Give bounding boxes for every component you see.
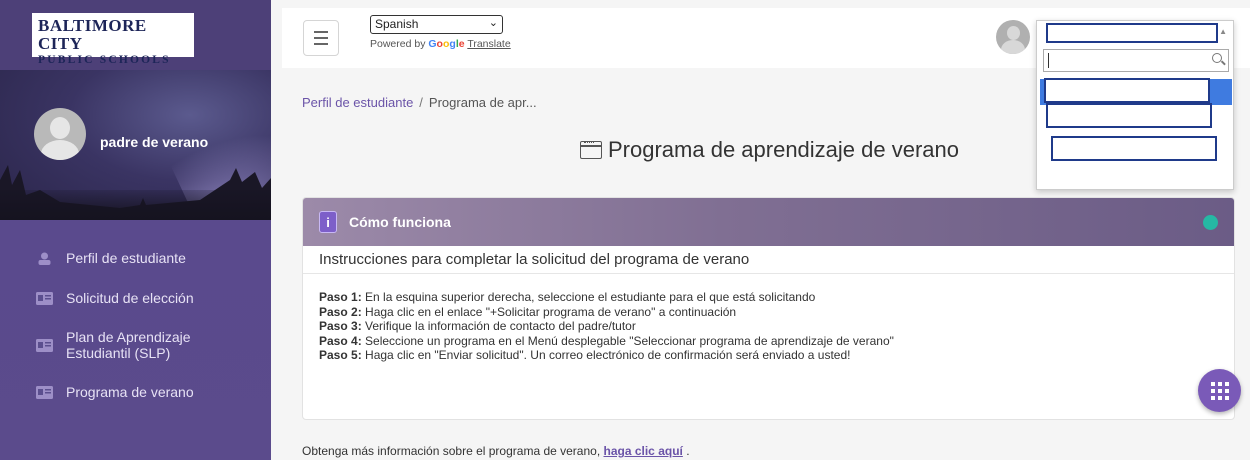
breadcrumb: Perfil de estudiante / Programa de apr... [302, 95, 537, 110]
sidebar-item-summer-program[interactable]: Programa de verano [0, 372, 271, 412]
sidebar-item-student-profile[interactable]: Perfil de estudiante [0, 238, 271, 278]
info-icon: i [319, 211, 337, 233]
breadcrumb-current: Programa de apr... [428, 95, 537, 110]
ground [0, 190, 271, 220]
logo-line-2: PUBLIC SCHOOLS [38, 54, 171, 66]
avatar[interactable] [996, 20, 1030, 54]
more-info-text: Obtenga más información sobre el program… [302, 444, 690, 458]
powered-by-label: Powered by [370, 38, 426, 50]
apps-grid-button[interactable] [1198, 369, 1241, 412]
sidebar-item-label: Plan de Aprendizaje Estudiantil (SLP) [66, 329, 191, 361]
steps-list: Paso 1: En la esquina superior derecha, … [303, 274, 1234, 363]
profile-hero: padre de verano [0, 70, 271, 220]
sidebar-item-choice-application[interactable]: Solicitud de elección [0, 278, 271, 318]
translate-link[interactable]: Translate [467, 38, 510, 50]
more-info-link[interactable]: haga clic aquí [604, 444, 683, 458]
step-item: Paso 3: Verifique la información de cont… [319, 319, 636, 333]
step-item: Paso 2: Haga clic en el enlace "+Solicit… [319, 304, 737, 319]
sidebar-item-slp[interactable]: Plan de Aprendizaje Estudiantil (SLP) [0, 318, 271, 372]
sidebar-item-label: Perfil de estudiante [66, 250, 186, 266]
avatar [34, 108, 86, 160]
step-item: Paso 1: En la esquina superior derecha, … [319, 290, 816, 304]
step-item: Paso 4: Seleccione un programa en el Men… [319, 333, 894, 348]
search-icon [1212, 53, 1222, 63]
card-title: Cómo funciona [349, 214, 451, 230]
breadcrumb-home-link[interactable]: Perfil de estudiante [302, 95, 413, 110]
student-option[interactable] [1051, 136, 1217, 161]
sidebar-item-label: Solicitud de elección [66, 290, 194, 306]
page-title-text: Programa de aprendizaje de verano [608, 137, 960, 162]
student-select-dropdown[interactable]: ▲ [1036, 20, 1234, 190]
powered-by-google: Powered by Google Translate [370, 38, 511, 50]
student-select-value[interactable] [1046, 23, 1218, 43]
language-select-value: Spanish [375, 17, 419, 31]
card-subtitle: Instrucciones para completar la solicitu… [303, 246, 1234, 274]
how-it-works-card: i Cómo funciona Instrucciones para compl… [302, 197, 1235, 420]
chevron-down-icon: ⌄ [488, 17, 498, 29]
id-card-icon [36, 338, 53, 352]
hamburger-icon [314, 31, 328, 33]
sidebar-item-label: Programa de verano [66, 384, 194, 400]
step-item: Paso 5: Haga clic en "Enviar solicitud".… [319, 348, 851, 362]
menu-toggle-button[interactable] [303, 20, 339, 56]
person-icon [38, 252, 51, 265]
logo-line-1: BALTIMORE CITY [38, 16, 147, 53]
page-title: Programa de aprendizaje de verano [580, 137, 959, 163]
student-option[interactable] [1044, 78, 1210, 103]
status-dot [1203, 215, 1218, 230]
sidebar-nav: Perfil de estudiante Solicitud de elecci… [0, 238, 271, 412]
school-logo[interactable]: BALTIMORE CITY PUBLIC SCHOOLS [32, 13, 194, 66]
brand-area: BALTIMORE CITY PUBLIC SCHOOLS [0, 0, 271, 70]
sidebar: BALTIMORE CITY PUBLIC SCHOOLS padre de v… [0, 0, 271, 460]
user-name: padre de verano [100, 134, 209, 150]
calendar-icon [580, 141, 602, 159]
language-select[interactable]: Spanish ⌄ [370, 15, 503, 34]
student-option[interactable] [1046, 103, 1212, 128]
id-card-icon [36, 291, 53, 305]
card-header: i Cómo funciona [303, 198, 1234, 246]
student-search-input[interactable] [1043, 49, 1229, 72]
caret-up-icon: ▲ [1219, 27, 1227, 36]
id-card-icon [36, 385, 53, 399]
